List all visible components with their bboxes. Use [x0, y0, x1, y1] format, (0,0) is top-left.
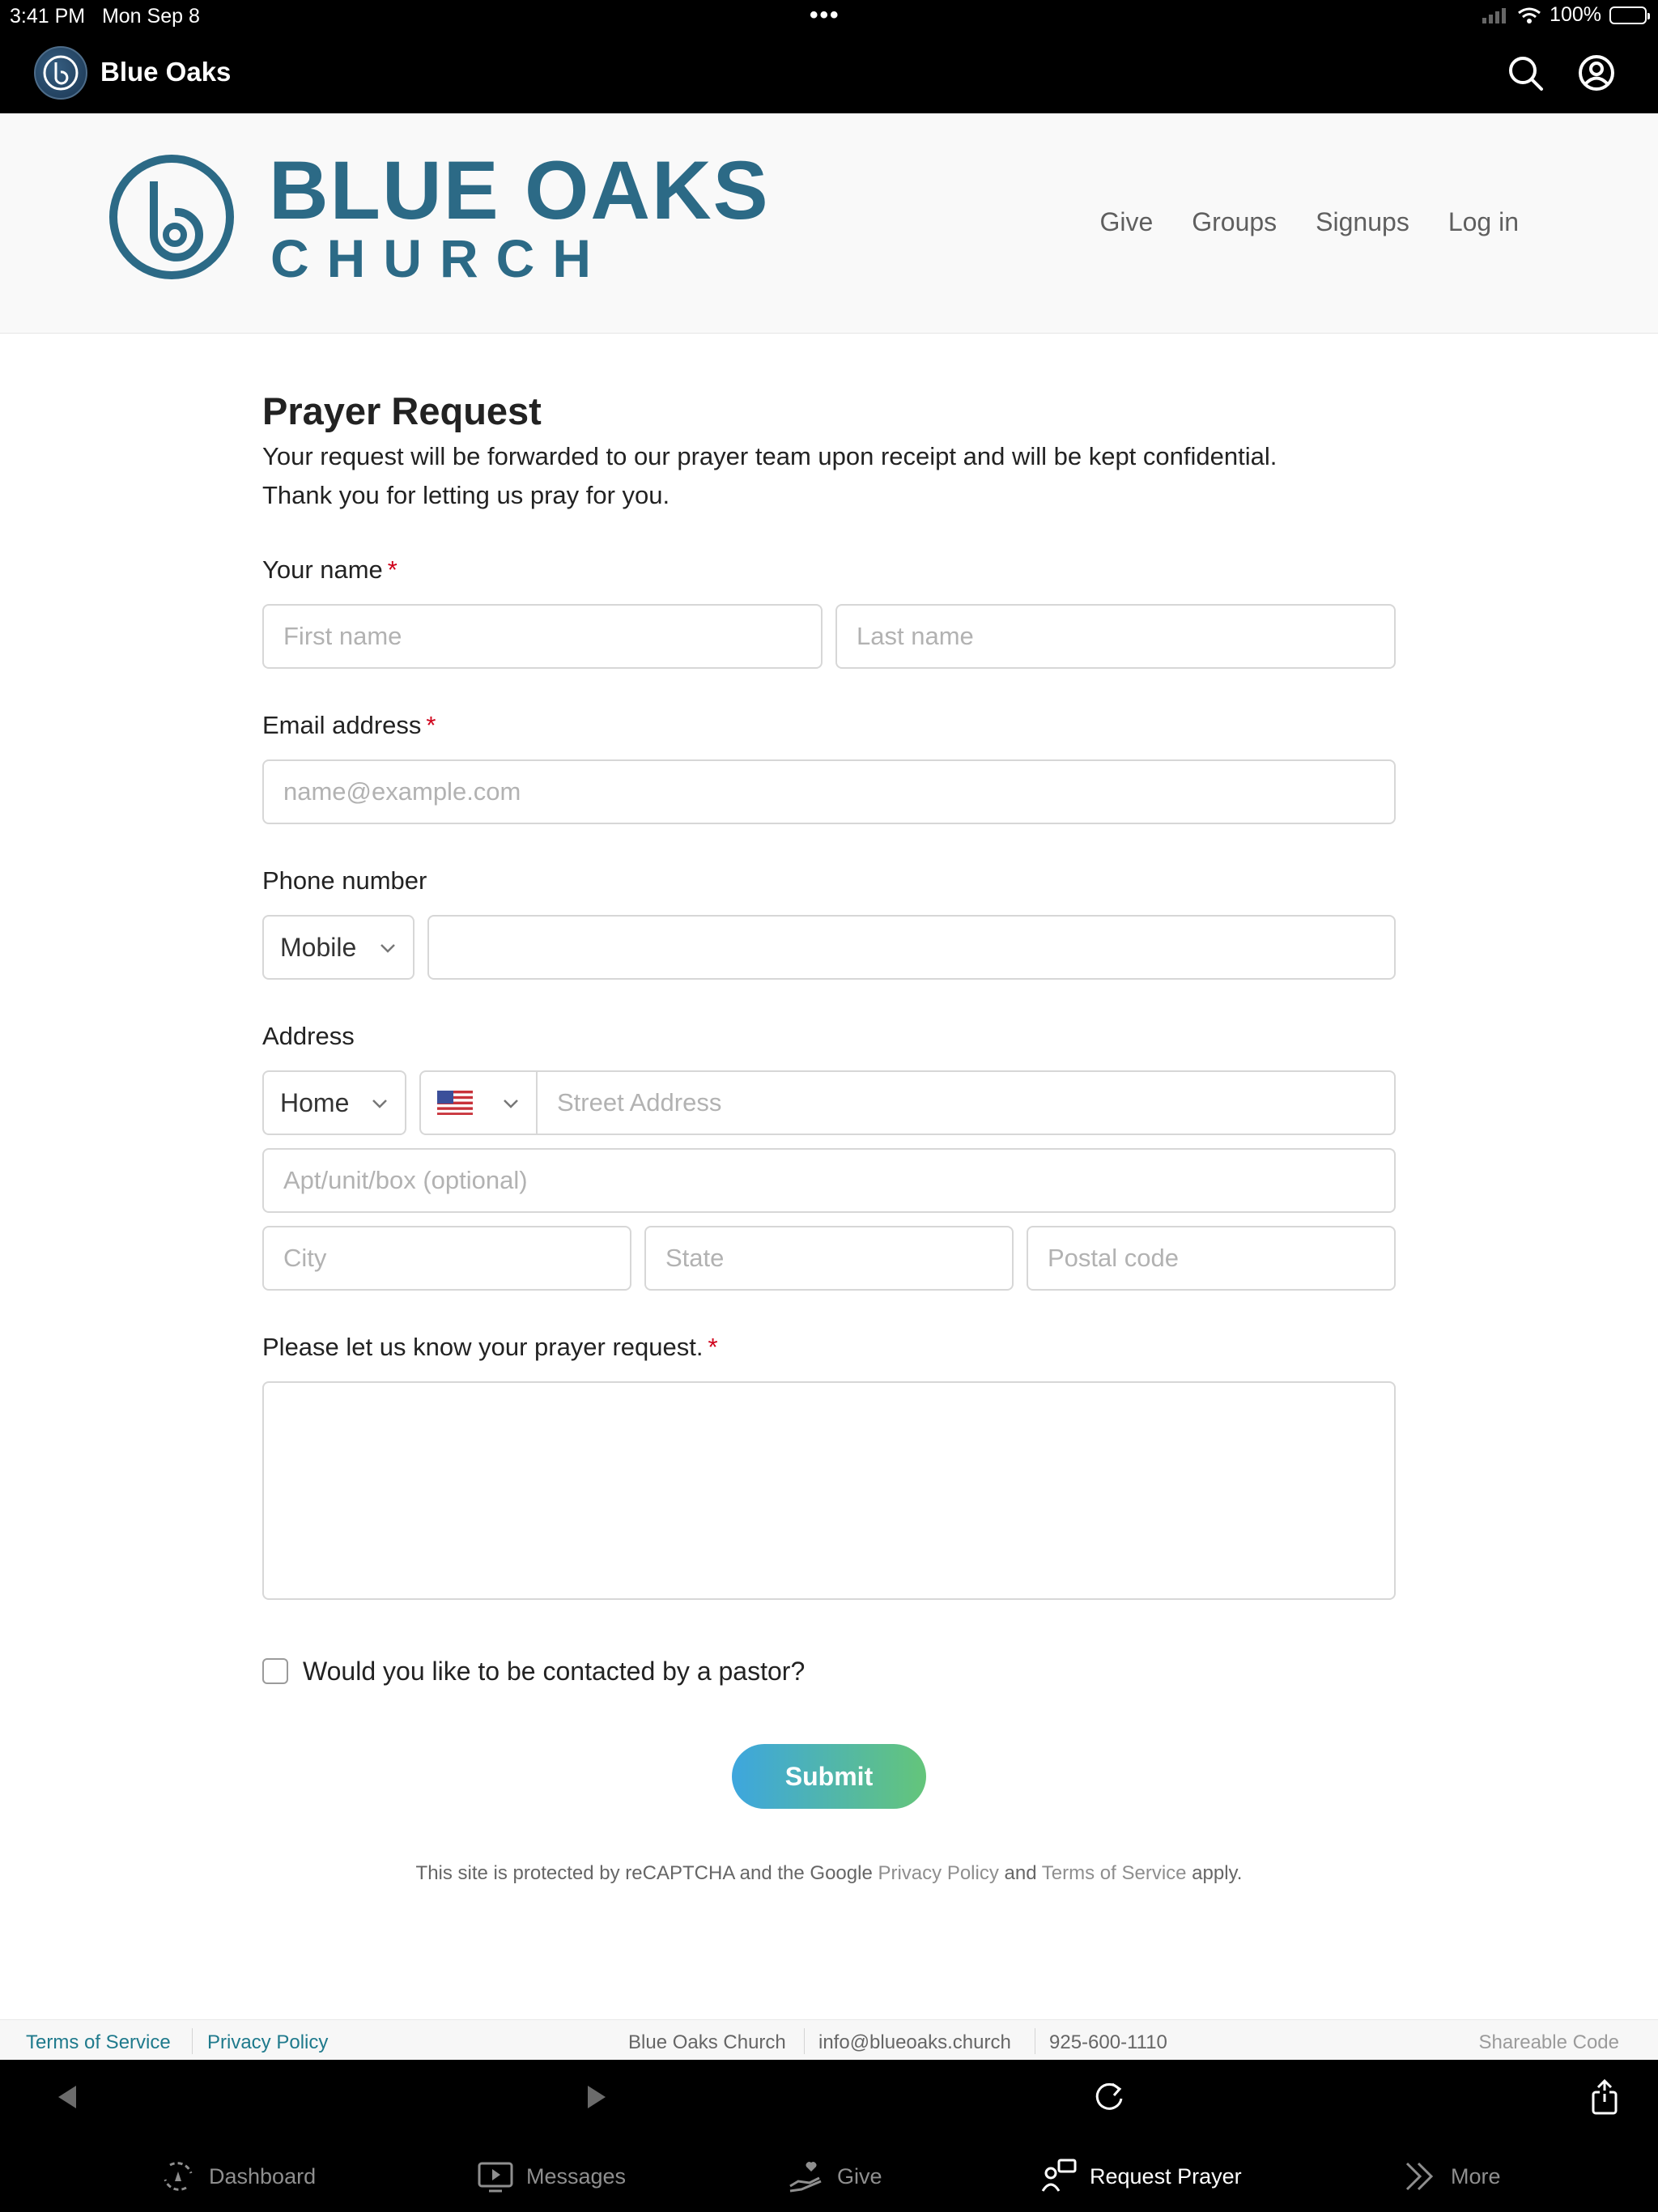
footer-terms-link[interactable]: Terms of Service: [26, 2031, 171, 2054]
recaptcha-suffix: apply.: [1186, 1862, 1243, 1884]
phone-type-select[interactable]: Mobile: [262, 915, 414, 980]
form-description: Your request will be forwarded to our pr…: [262, 437, 1277, 515]
footer-privacy-link[interactable]: Privacy Policy: [207, 2031, 328, 2054]
site-nav: Give Groups Signups Log in: [1099, 207, 1519, 237]
tab-give-label: Give: [837, 2163, 882, 2189]
status-bar: 3:41 PM Mon Sep 8 ••• 100%: [0, 0, 1658, 32]
page-title: Prayer Request: [262, 389, 542, 432]
prayer-request-textarea[interactable]: [262, 1381, 1396, 1600]
battery-percentage: 100%: [1550, 3, 1601, 26]
footer-divider: [804, 2028, 805, 2054]
contact-pastor-checkbox[interactable]: [262, 1658, 288, 1684]
chevron-down-icon: [380, 944, 395, 953]
status-time: 3:41 PM Mon Sep 8: [10, 5, 200, 28]
give-icon: [789, 2162, 822, 2193]
status-indicators: 100%: [1482, 3, 1650, 27]
multitask-dots[interactable]: •••: [810, 2, 840, 29]
email-field[interactable]: name@example.com: [262, 759, 1396, 824]
state-field[interactable]: State: [644, 1226, 1014, 1291]
tab-messages-label: Messages: [526, 2163, 627, 2189]
name-label: Your name *: [262, 555, 397, 584]
address-label: Address: [262, 1022, 355, 1050]
battery-icon: [1609, 6, 1650, 24]
footer-phone[interactable]: 925-600-1110: [1049, 2031, 1167, 2054]
contact-pastor-label[interactable]: Would you like to be contacted by a past…: [303, 1657, 805, 1687]
messages-icon: [478, 2162, 513, 2193]
app-logo[interactable]: [34, 46, 87, 100]
recaptcha-text: This site is protected by reCAPTCHA and …: [415, 1862, 878, 1884]
required-marker: *: [708, 1333, 718, 1361]
country-select[interactable]: [419, 1070, 538, 1135]
description-line-2: Thank you for letting us pray for you.: [262, 481, 670, 509]
nav-give[interactable]: Give: [1099, 207, 1153, 237]
footer-divider: [192, 2028, 193, 2054]
chevron-down-icon: [504, 1100, 518, 1108]
recaptcha-privacy-link[interactable]: Privacy Policy: [878, 1862, 998, 1884]
street-address-field[interactable]: Street Address: [536, 1070, 1396, 1135]
account-icon[interactable]: [1577, 53, 1616, 92]
first-name-field[interactable]: First name: [262, 604, 823, 669]
tab-more-label: More: [1451, 2163, 1501, 2189]
site-footer: Terms of Service Privacy Policy Blue Oak…: [0, 2019, 1658, 2060]
nav-groups[interactable]: Groups: [1192, 207, 1277, 237]
app-bar: Blue Oaks: [0, 32, 1658, 113]
brand-subtitle[interactable]: CHURCH: [270, 232, 609, 285]
brand-name[interactable]: BLUE OAKS: [269, 149, 770, 232]
recaptcha-terms-link[interactable]: Terms of Service: [1042, 1862, 1187, 1884]
us-flag-icon: [437, 1091, 473, 1115]
more-icon: [1405, 2162, 1434, 2191]
blue-oaks-logo-icon: [43, 55, 79, 91]
required-marker: *: [426, 711, 436, 739]
church-logo-mark[interactable]: [108, 154, 235, 280]
tab-more[interactable]: More: [1401, 2157, 1501, 2196]
site-header: BLUE OAKS CHURCH Give Groups Signups Log…: [0, 113, 1658, 334]
required-marker: *: [387, 555, 397, 584]
nav-login[interactable]: Log in: [1448, 207, 1519, 237]
forward-icon[interactable]: [576, 2078, 615, 2116]
back-icon[interactable]: [49, 2078, 87, 2116]
address-type-select[interactable]: Home: [262, 1070, 406, 1135]
phone-number-field[interactable]: [427, 915, 1396, 980]
city-field[interactable]: City: [262, 1226, 631, 1291]
phone-label: Phone number: [262, 866, 427, 895]
dashboard-icon: [164, 2162, 193, 2191]
tab-request-prayer[interactable]: Request Prayer: [1039, 2157, 1242, 2196]
tab-dashboard[interactable]: Dashboard: [159, 2157, 316, 2196]
chevron-down-icon: [372, 1100, 387, 1108]
tab-dashboard-label: Dashboard: [209, 2163, 317, 2189]
wifi-icon: [1518, 7, 1541, 23]
last-name-field[interactable]: Last name: [835, 604, 1396, 669]
tab-give[interactable]: Give: [787, 2157, 882, 2196]
search-icon[interactable]: [1506, 53, 1545, 92]
prayer-request-label: Please let us know your prayer request. *: [262, 1333, 718, 1361]
footer-email[interactable]: info@blueoaks.church: [818, 2031, 1011, 2054]
recaptcha-notice: This site is protected by reCAPTCHA and …: [262, 1862, 1396, 1885]
address-type-value: Home: [280, 1087, 350, 1117]
description-line-1: Your request will be forwarded to our pr…: [262, 442, 1278, 470]
tab-request-prayer-label: Request Prayer: [1090, 2163, 1242, 2189]
cellular-signal-icon: [1482, 7, 1507, 23]
phone-type-value: Mobile: [280, 932, 357, 962]
tab-messages[interactable]: Messages: [476, 2157, 626, 2196]
recaptcha-and: and: [998, 1862, 1042, 1884]
postal-code-field[interactable]: Postal code: [1027, 1226, 1396, 1291]
footer-shareable-code[interactable]: Shareable Code: [1479, 2031, 1619, 2054]
nav-signups[interactable]: Signups: [1316, 207, 1409, 237]
apt-field[interactable]: Apt/unit/box (optional): [262, 1148, 1396, 1213]
tab-bar: Dashboard Messages Give Request Prayer M…: [0, 2133, 1658, 2212]
request-prayer-icon: [1041, 2159, 1077, 2192]
submit-button[interactable]: Submit: [732, 1744, 926, 1809]
footer-church-name: Blue Oaks Church: [628, 2031, 786, 2053]
share-icon[interactable]: [1585, 2078, 1624, 2116]
email-label: Email address *: [262, 711, 436, 739]
browser-toolbar: [0, 2060, 1658, 2133]
app-title: Blue Oaks: [100, 57, 232, 87]
reload-icon[interactable]: [1090, 2078, 1129, 2116]
